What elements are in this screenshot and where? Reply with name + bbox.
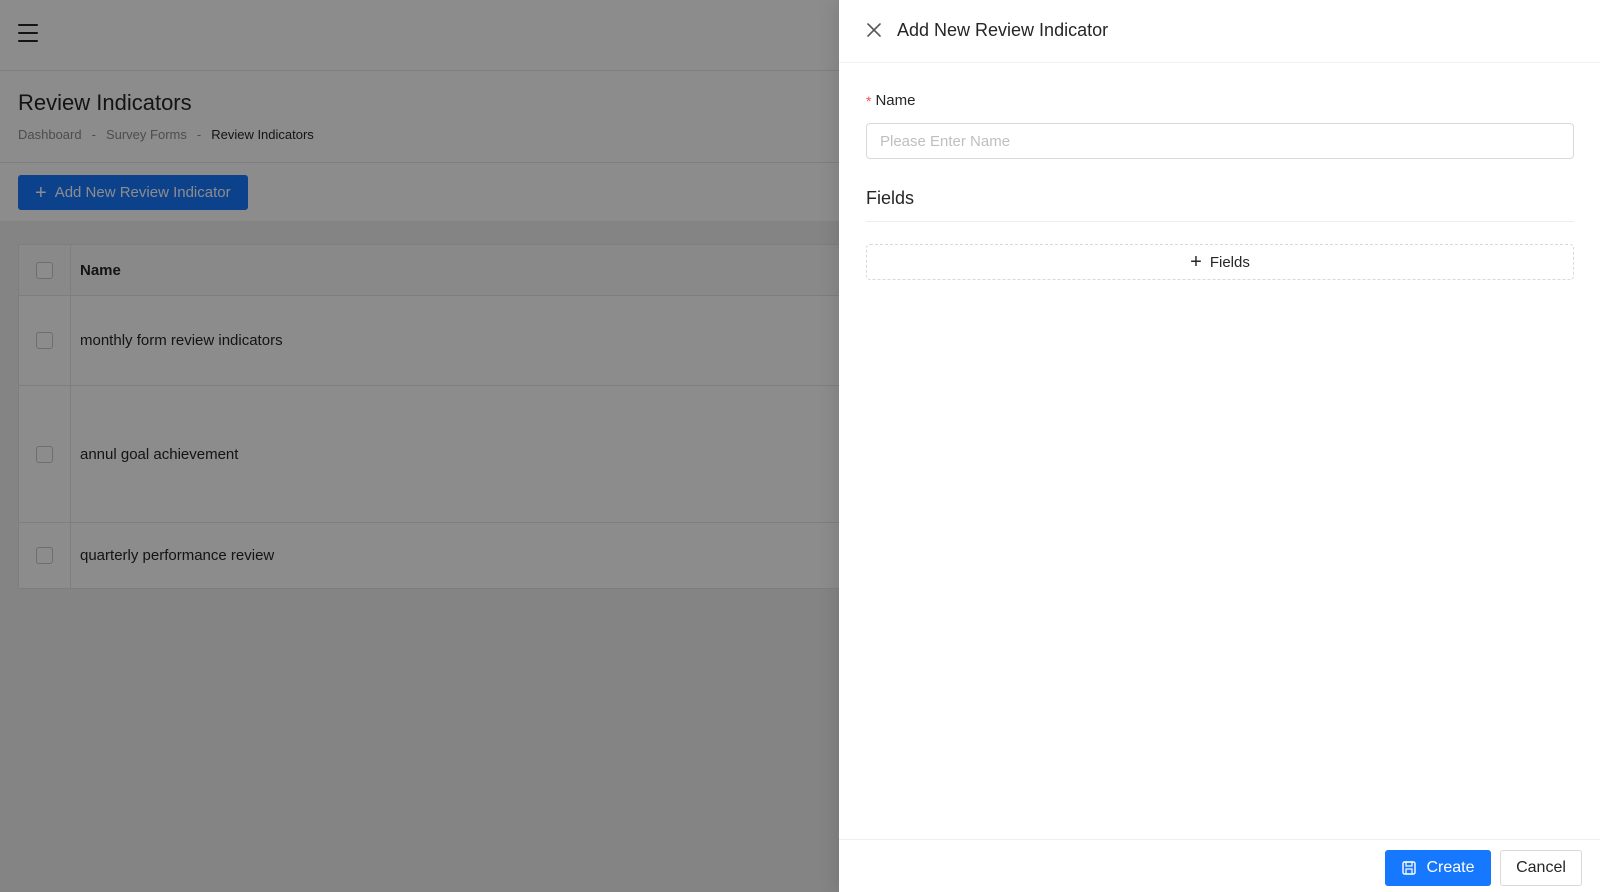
name-field-label: * Name — [866, 92, 915, 109]
required-mark: * — [866, 92, 872, 109]
add-review-indicator-drawer: Add New Review Indicator * Name Fields +… — [839, 0, 1600, 892]
section-divider — [866, 221, 1574, 222]
name-input[interactable] — [866, 123, 1574, 159]
cancel-button[interactable]: Cancel — [1500, 850, 1582, 886]
drawer-footer: Create Cancel — [839, 839, 1600, 892]
add-fields-label: Fields — [1209, 253, 1250, 271]
drawer-header: Add New Review Indicator — [839, 0, 1600, 63]
plus-icon: + — [1190, 251, 1202, 273]
create-label: Create — [1426, 859, 1475, 876]
close-icon[interactable] — [864, 20, 884, 40]
save-icon — [1402, 861, 1417, 875]
fields-section-title: Fields — [866, 188, 915, 208]
name-label-text: Name — [875, 92, 916, 109]
drawer-title: Add New Review Indicator — [897, 20, 1109, 40]
create-button[interactable]: Create — [1385, 850, 1491, 886]
add-fields-button[interactable]: + Fields — [866, 244, 1574, 280]
